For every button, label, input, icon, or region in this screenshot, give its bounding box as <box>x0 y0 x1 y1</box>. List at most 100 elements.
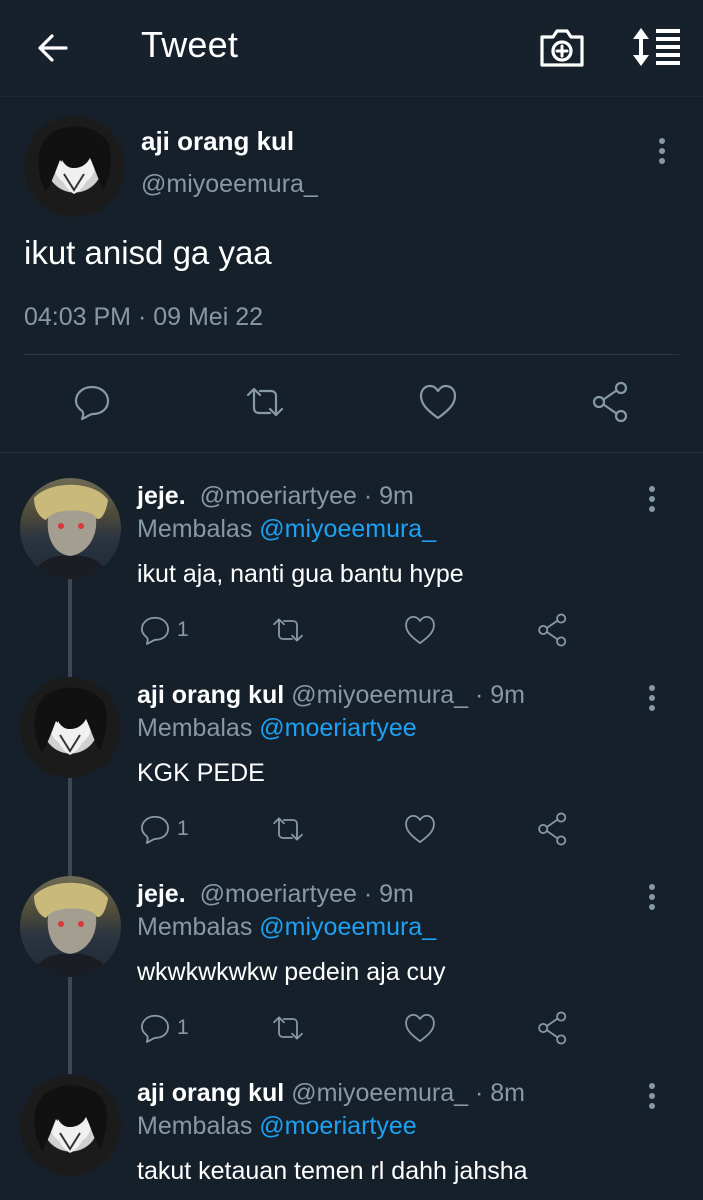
avatar-image <box>30 484 112 579</box>
retweet-icon <box>273 1016 303 1040</box>
more-vertical-icon <box>649 884 655 910</box>
reply-header: aji orang kul @miyoeemura_ · 9m <box>137 681 525 710</box>
author-name[interactable]: jeje. <box>137 482 186 510</box>
divider <box>24 354 679 355</box>
like-icon <box>405 616 435 644</box>
like-icon <box>405 1014 435 1042</box>
replying-label: Membalas <box>137 913 253 941</box>
avatar-image <box>34 1085 107 1153</box>
mention-link[interactable]: @miyoeemura_ <box>259 913 436 941</box>
more-vertical-icon <box>649 1083 655 1109</box>
reply-tweet[interactable]: aji orang kul @miyoeemura_ · 8m Membalas… <box>0 1075 703 1200</box>
author-name[interactable]: aji orang kul <box>141 126 294 157</box>
more-options-button[interactable] <box>640 882 664 912</box>
mention-link[interactable]: @miyoeemura_ <box>259 515 436 543</box>
reply-header: jeje. @moeriartyee · 9m <box>137 482 414 511</box>
replying-label: Membalas <box>137 515 253 543</box>
reply-text: wkwkwkwkw pedein aja cuy <box>137 958 446 986</box>
author-meta: @miyoeemura_ · 8m <box>291 1079 525 1107</box>
reply-text: KGK PEDE <box>137 759 265 787</box>
page-title: Tweet <box>141 24 239 65</box>
author-meta: @moeriartyee · 9m <box>199 880 414 908</box>
retweet-icon <box>273 817 303 841</box>
mention-link[interactable]: @moeriartyee <box>259 714 416 742</box>
reply-icon <box>141 815 169 844</box>
share-icon <box>538 613 567 647</box>
author-meta: @moeriartyee · 9m <box>199 482 414 510</box>
replying-to: Membalas @miyoeemura_ <box>137 913 436 942</box>
more-options-button[interactable] <box>640 1081 664 1111</box>
avatar[interactable] <box>20 478 121 579</box>
replying-to: Membalas @moeriartyee <box>137 1112 417 1141</box>
more-options-button[interactable] <box>650 136 674 166</box>
reply-icon <box>74 385 110 421</box>
reply-actions: 1 <box>0 1010 703 1046</box>
like-button[interactable] <box>402 811 438 847</box>
reply-button[interactable]: 1 <box>137 811 189 847</box>
like-button[interactable] <box>402 1010 438 1046</box>
reply-text: ikut aja, nanti gua bantu hype <box>137 560 464 588</box>
reply-text: takut ketauan temen rl dahh jahsha <box>137 1157 528 1185</box>
reply-count: 1 <box>177 817 189 840</box>
avatar[interactable] <box>20 876 121 977</box>
avatar-image <box>30 882 112 977</box>
author-handle[interactable]: @miyoeemura_ <box>141 170 318 199</box>
reply-count: 1 <box>177 618 189 641</box>
replying-label: Membalas <box>137 1112 253 1140</box>
reply-tweet[interactable]: jeje. @moeriartyee · 9m Membalas @miyoee… <box>0 876 703 1074</box>
avatar[interactable] <box>20 1075 121 1176</box>
avatar-image <box>38 126 111 194</box>
reply-actions: 1 <box>0 811 703 847</box>
camera-add-icon <box>540 29 584 67</box>
reply-header: aji orang kul @miyoeemura_ · 8m <box>137 1079 525 1108</box>
more-vertical-icon <box>659 138 665 164</box>
sort-button[interactable] <box>630 24 684 70</box>
reply-icon <box>141 616 169 645</box>
share-button[interactable] <box>535 1010 571 1046</box>
share-icon <box>592 381 628 423</box>
replying-to: Membalas @moeriartyee <box>137 714 417 743</box>
reply-button[interactable]: 1 <box>137 612 189 648</box>
author-name[interactable]: aji orang kul <box>137 1079 284 1107</box>
retweet-button[interactable] <box>270 1010 306 1046</box>
replying-to: Membalas @miyoeemura_ <box>137 515 436 544</box>
reply-actions: 1 <box>0 612 703 648</box>
share-icon <box>538 812 567 846</box>
like-button[interactable] <box>402 612 438 648</box>
top-bar: Tweet <box>0 0 703 97</box>
share-icon <box>538 1011 567 1045</box>
like-icon <box>405 815 435 843</box>
reply-button[interactable]: 1 <box>137 1010 189 1046</box>
reply-count: 1 <box>177 1016 189 1039</box>
like-button[interactable] <box>416 380 460 424</box>
arrow-left-icon <box>38 34 68 62</box>
retweet-button[interactable] <box>270 612 306 648</box>
sort-list-icon <box>633 28 680 66</box>
share-button[interactable] <box>589 380 633 424</box>
replying-label: Membalas <box>137 714 253 742</box>
retweet-button[interactable] <box>243 380 287 424</box>
reply-tweet[interactable]: aji orang kul @miyoeemura_ · 9m Membalas… <box>0 677 703 875</box>
tweet-timestamp: 04:03 PM · 09 Mei 22 <box>24 303 264 331</box>
more-options-button[interactable] <box>640 683 664 713</box>
author-name[interactable]: jeje. <box>137 880 186 908</box>
reply-button[interactable] <box>70 380 114 424</box>
author-name[interactable]: aji orang kul <box>137 681 284 709</box>
avatar[interactable] <box>24 116 125 217</box>
tweet-actions <box>0 380 703 424</box>
avatar[interactable] <box>20 677 121 778</box>
main-tweet: aji orang kul @miyoeemura_ ikut anisd ga… <box>0 96 703 453</box>
author-meta: @miyoeemura_ · 9m <box>291 681 525 709</box>
back-button[interactable] <box>32 26 76 70</box>
camera-button[interactable] <box>537 24 587 70</box>
share-button[interactable] <box>535 811 571 847</box>
reply-icon <box>141 1014 169 1043</box>
reply-header: jeje. @moeriartyee · 9m <box>137 880 414 909</box>
retweet-button[interactable] <box>270 811 306 847</box>
retweet-icon <box>246 387 284 417</box>
share-button[interactable] <box>535 612 571 648</box>
mention-link[interactable]: @moeriartyee <box>259 1112 416 1140</box>
reply-tweet[interactable]: jeje. @moeriartyee · 9m Membalas @miyoee… <box>0 478 703 676</box>
like-icon <box>419 384 457 420</box>
more-options-button[interactable] <box>640 484 664 514</box>
